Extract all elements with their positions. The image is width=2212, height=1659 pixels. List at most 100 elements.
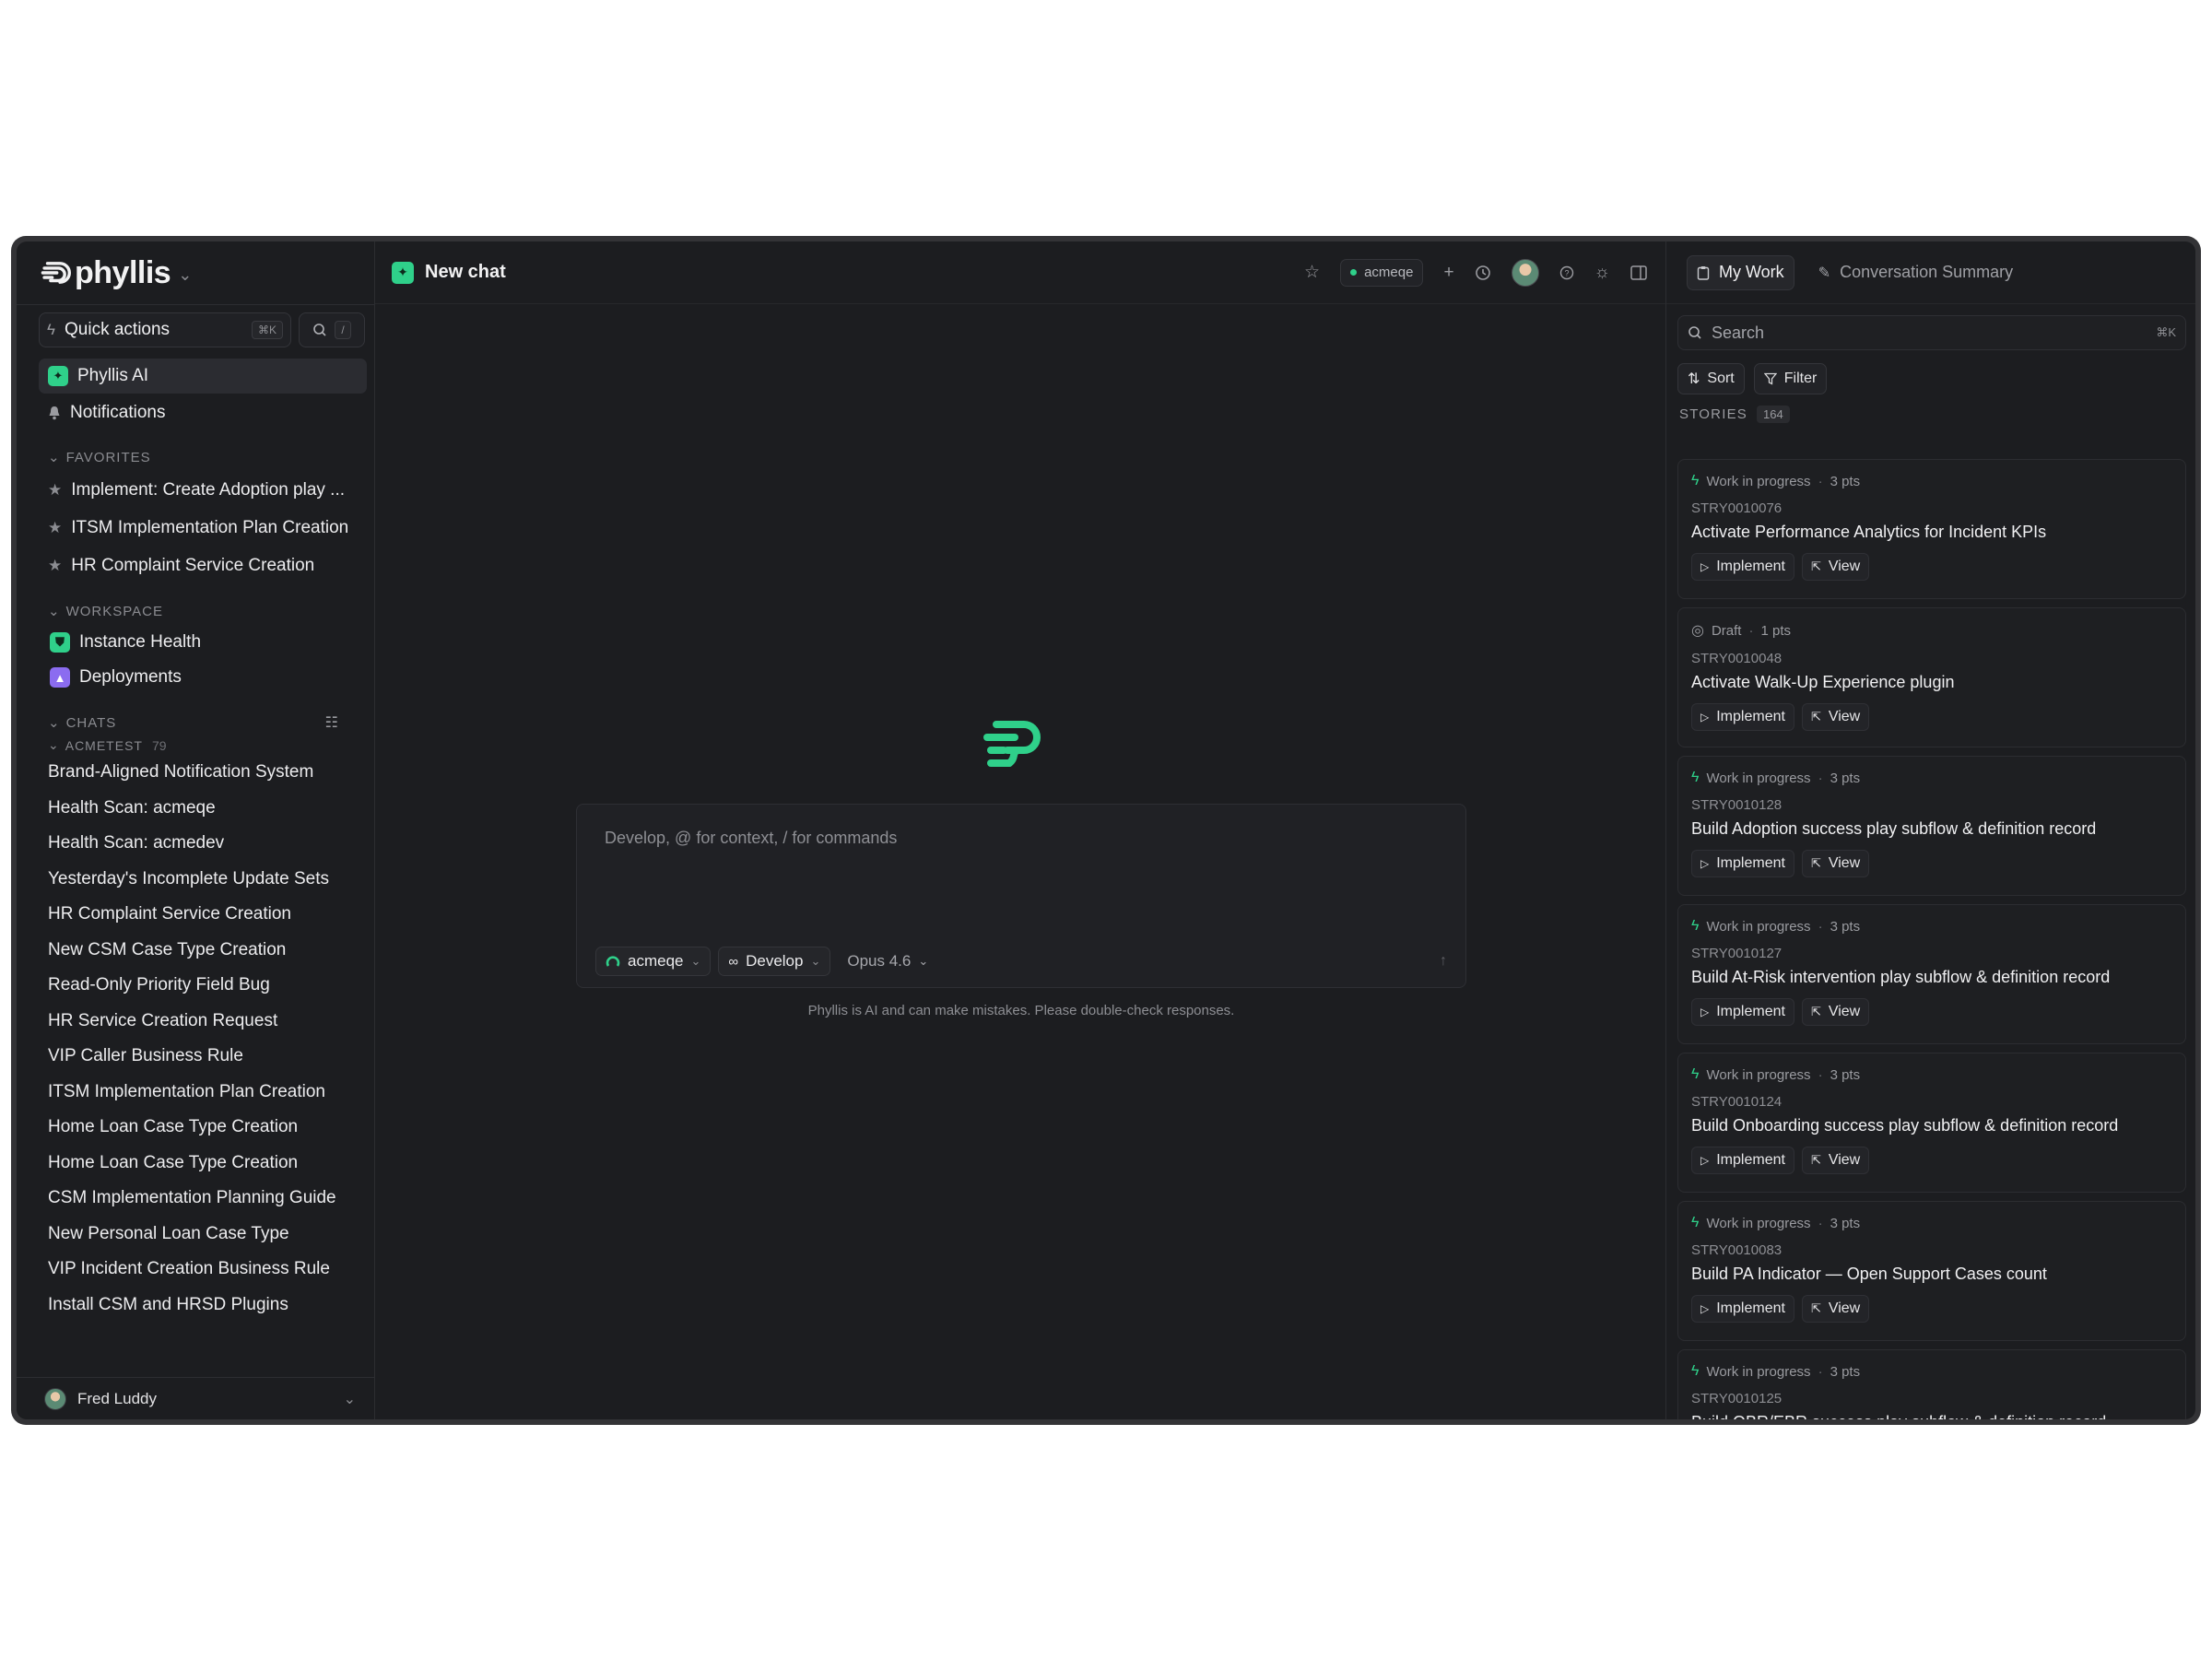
chat-item[interactable]: Home Loan Case Type Creation <box>17 1110 374 1146</box>
implement-button[interactable]: ▷ Implement <box>1691 1295 1794 1323</box>
story-card[interactable]: ϟ Work in progress · 3 pts STRY0010127 Build … <box>1677 904 2186 1044</box>
story-card[interactable]: ϟ Work in progress · 3 pts STRY0010124 Build … <box>1677 1053 2186 1193</box>
chat-list: Brand-Aligned Notification System Health… <box>17 755 374 1332</box>
story-card[interactable]: ϟ Work in progress · 3 pts STRY0010125 Build … <box>1677 1349 2186 1419</box>
history-icon[interactable] <box>1475 265 1491 281</box>
star-icon: ★ <box>48 556 63 574</box>
story-status: ϟ Work in progress · 3 pts <box>1691 1066 2172 1083</box>
view-button[interactable]: ⇱ View <box>1801 703 1870 731</box>
view-button[interactable]: ⇱ View <box>1801 998 1870 1026</box>
chat-item[interactable]: HR Service Creation Request <box>17 1004 374 1040</box>
story-card[interactable]: ϟ Work in progress · 3 pts STRY0010076 Activa… <box>1677 459 2186 599</box>
favorite-item[interactable]: ★ HR Complaint Service Creation <box>17 547 374 584</box>
sidebar-search-button[interactable]: / <box>299 312 365 347</box>
implement-button[interactable]: ▷ Implement <box>1691 703 1794 731</box>
brand-switcher[interactable]: phyllis ⌄ <box>17 241 374 304</box>
search-icon <box>313 324 326 336</box>
chat-item[interactable]: VIP Caller Business Rule <box>17 1039 374 1075</box>
sidebar-item-phyllis-ai[interactable]: ✦ Phyllis AI <box>39 359 367 394</box>
mode-selector[interactable]: ∞ Develop ⌄ <box>718 947 831 976</box>
story-points: 3 pts <box>1830 1066 1861 1083</box>
composer-input[interactable]: Develop, @ for context, / for commands <box>605 829 897 848</box>
chat-item[interactable]: VIP Caller Detection Rule <box>17 1323 374 1332</box>
instance-selector[interactable]: acmeqe ⌄ <box>595 947 712 976</box>
story-id: STRY0010048 <box>1691 651 1783 666</box>
shield-icon: ⛊ <box>50 632 70 653</box>
instance-icon <box>606 956 620 967</box>
chat-item[interactable]: Health Scan: acmeqe <box>17 791 374 827</box>
workspace-title: WORKSPACE <box>65 603 163 619</box>
play-icon: ▷ <box>1700 560 1710 573</box>
story-card[interactable]: ◎ Draft · 1 pts STRY0010048 Activate Walk-Up … <box>1677 607 2186 747</box>
implement-button[interactable]: ▷ Implement <box>1691 850 1794 877</box>
chat-item[interactable]: Read-Only Priority Field Bug <box>17 968 374 1004</box>
lightning-icon: ϟ <box>1691 473 1700 488</box>
view-button[interactable]: ⇱ View <box>1801 553 1870 581</box>
favorite-item[interactable]: ★ ITSM Implementation Plan Creation <box>17 509 374 547</box>
implement-button[interactable]: ▷ Implement <box>1691 1147 1794 1174</box>
tab-conversation-summary[interactable]: ✎ Conversation Summary <box>1809 255 2022 290</box>
model-selector[interactable]: Opus 4.6 ⌄ <box>838 947 937 976</box>
view-button[interactable]: ⇱ View <box>1801 850 1870 877</box>
sparkle-icon: ✦ <box>48 366 68 386</box>
stories-search-input[interactable]: Search ⌘K <box>1677 315 2186 350</box>
status-text: Work in progress <box>1706 473 1811 489</box>
story-card[interactable]: ϟ Work in progress · 3 pts STRY0010128 Build … <box>1677 756 2186 896</box>
story-card[interactable]: ϟ Work in progress · 3 pts STRY0010083 Build … <box>1677 1201 2186 1341</box>
sidebar-item-instance-health[interactable]: ⛊ Instance Health <box>50 625 367 660</box>
workspace-header[interactable]: ⌄ WORKSPACE <box>48 603 374 620</box>
story-points: 3 pts <box>1830 1215 1861 1231</box>
chevron-down-icon: ⌄ <box>918 954 929 968</box>
view-label: View <box>1828 559 1861 574</box>
implement-button[interactable]: ▷ Implement <box>1691 998 1794 1026</box>
sidebar-item-label: Instance Health <box>79 632 202 652</box>
sidebar-item-deployments[interactable]: ▲ Deployments <box>50 660 367 695</box>
sidebar-item-notifications[interactable]: Notifications <box>39 395 367 430</box>
send-arrow-icon[interactable]: ↑ <box>1440 953 1447 970</box>
environment-badge[interactable]: acmeqe <box>1340 258 1424 287</box>
external-link-icon: ⇱ <box>1810 1005 1821 1018</box>
implement-label: Implement <box>1716 1300 1785 1316</box>
quick-actions-button[interactable]: ϟ Quick actions ⌘K <box>39 312 291 347</box>
chat-composer[interactable]: Develop, @ for context, / for commands a… <box>576 804 1466 988</box>
avatar[interactable] <box>1511 258 1539 287</box>
chat-item[interactable]: CSM Implementation Planning Guide <box>17 1181 374 1217</box>
panel-toggle-icon[interactable] <box>1630 265 1647 280</box>
story-title: Build Adoption success play subflow & de… <box>1691 819 2097 838</box>
chat-item[interactable]: Install CSM and HRSD Plugins <box>17 1288 374 1324</box>
favorites-header[interactable]: ⌄ FAVORITES <box>48 449 374 466</box>
story-title: Build QBR/EBR success play subflow & def… <box>1691 1413 2172 1419</box>
view-button[interactable]: ⇱ View <box>1801 1295 1870 1323</box>
implement-button[interactable]: ▷ Implement <box>1691 553 1794 581</box>
sort-button[interactable]: ⇅ Sort <box>1677 363 1745 394</box>
chat-group-header[interactable]: ⌄ ACMETEST 79 <box>48 737 374 753</box>
chat-item[interactable]: New Personal Loan Case Type <box>17 1217 374 1253</box>
filter-label: Filter <box>1783 371 1818 386</box>
chat-item[interactable]: HR Complaint Service Creation <box>17 897 374 933</box>
chat-item[interactable]: ITSM Implementation Plan Creation <box>17 1075 374 1111</box>
filter-button[interactable]: Filter <box>1753 363 1828 394</box>
chat-group-count: 79 <box>151 737 167 753</box>
draft-circle-icon: ◎ <box>1691 623 1704 639</box>
favorite-item[interactable]: ★ Implement: Create Adoption play ... <box>17 471 374 509</box>
star-outline-icon[interactable]: ☆ <box>1304 262 1320 283</box>
chats-header[interactable]: ⌄ CHATS ☷ <box>48 713 374 732</box>
view-label: View <box>1828 1152 1861 1168</box>
chat-item[interactable]: Health Scan: acmedev <box>17 826 374 862</box>
stories-count: 164 <box>1756 406 1790 423</box>
plus-icon[interactable]: + <box>1443 263 1453 283</box>
chevron-down-icon: ⌄ <box>343 1391 356 1407</box>
chat-item[interactable]: Brand-Aligned Notification System <box>17 755 374 791</box>
help-icon[interactable]: ? <box>1559 265 1574 280</box>
chat-item[interactable]: Home Loan Case Type Creation <box>17 1146 374 1182</box>
sidebar: phyllis ⌄ ϟ Quick actions ⌘K / ✦ Phyllis… <box>17 241 375 1419</box>
sun-icon[interactable]: ☼ <box>1594 263 1610 283</box>
view-button[interactable]: ⇱ View <box>1801 1147 1870 1174</box>
main-chat-area: ✦ New chat ☆ acmeqe + ? ☼ Develop, @ for… <box>375 241 1666 1419</box>
chat-item[interactable]: New CSM Case Type Creation <box>17 933 374 969</box>
chat-item[interactable]: VIP Incident Creation Business Rule <box>17 1252 374 1288</box>
user-menu[interactable]: Fred Luddy ⌄ <box>17 1377 374 1419</box>
sliders-icon[interactable]: ☷ <box>325 713 339 732</box>
tab-my-work[interactable]: My Work <box>1687 254 1794 290</box>
chat-item[interactable]: Yesterday's Incomplete Update Sets <box>17 862 374 898</box>
